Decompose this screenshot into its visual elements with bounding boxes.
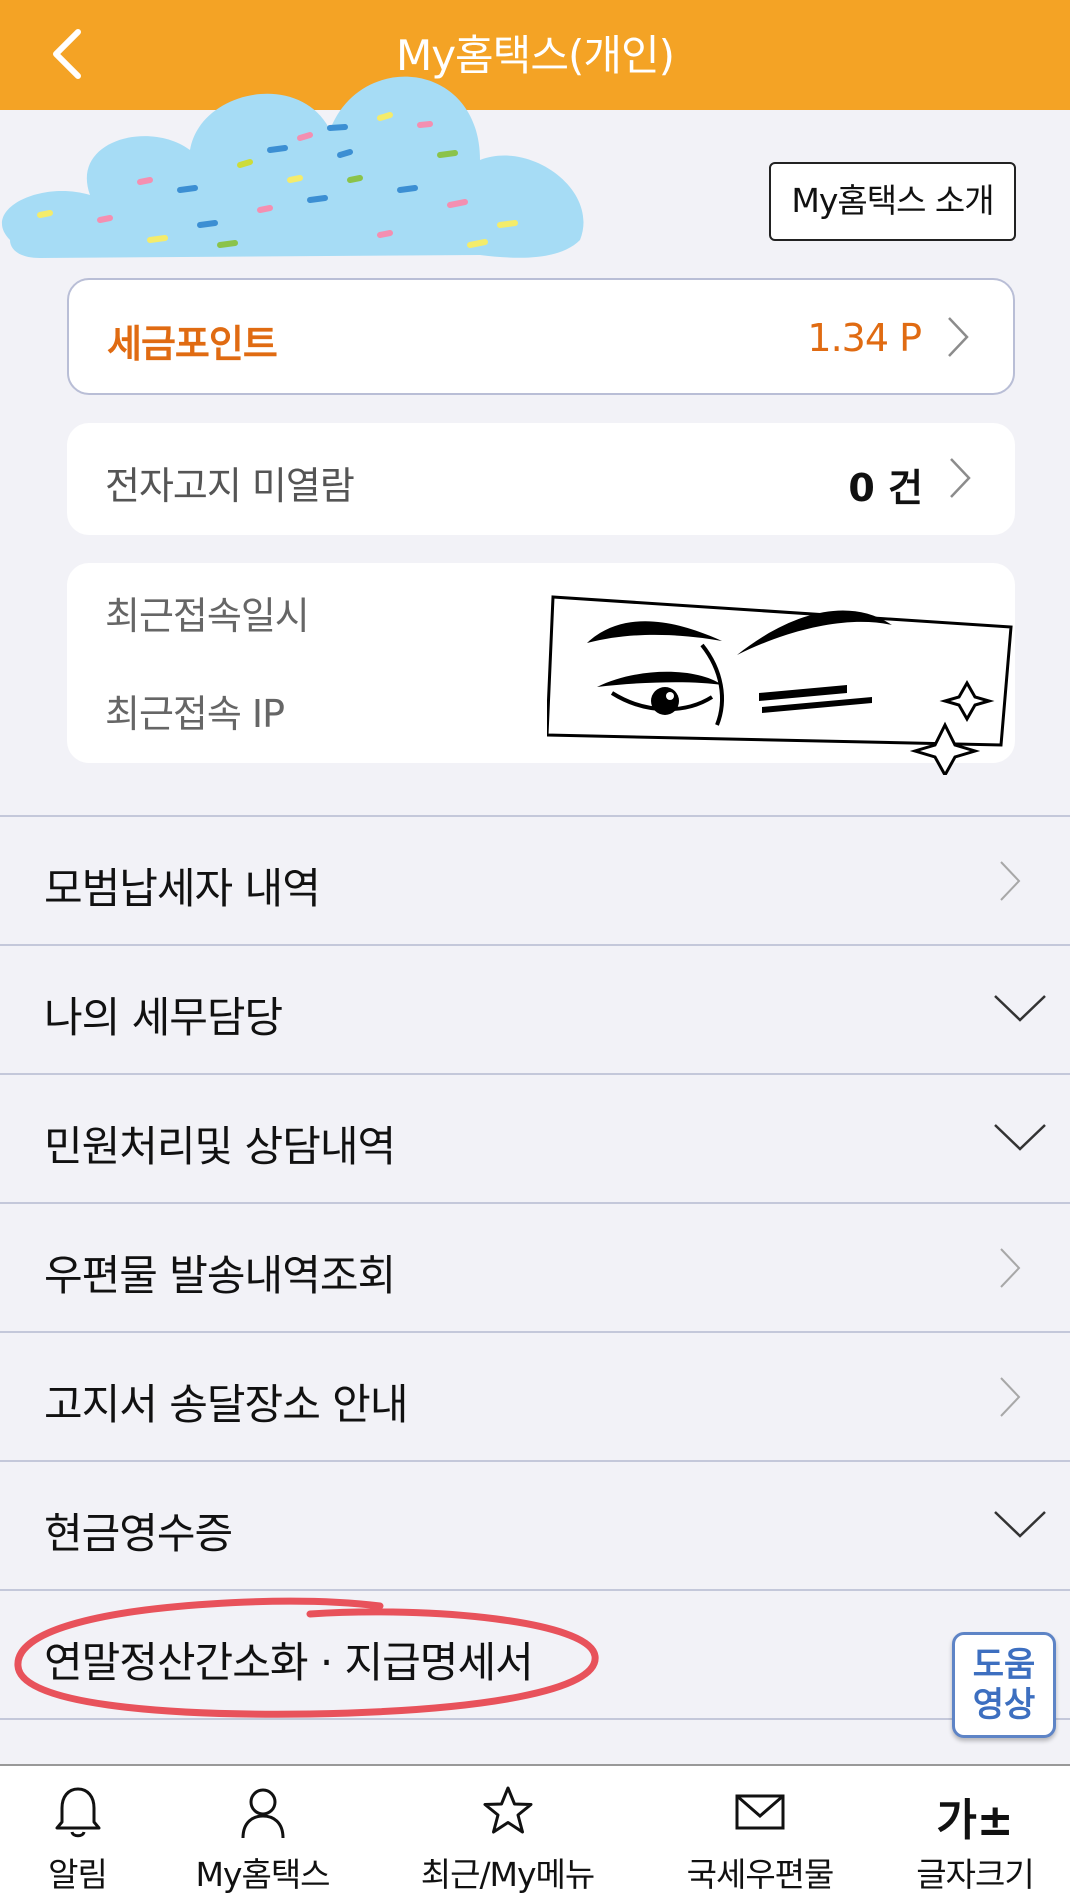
chevron-down-icon bbox=[994, 995, 1046, 1022]
envelope-icon bbox=[735, 1794, 785, 1830]
tax-points-card[interactable]: 세금포인트 1.34 P bbox=[67, 278, 1015, 395]
tax-points-value: 1.34 P bbox=[807, 316, 922, 360]
bottom-nav: 알림 My홈택스 최근/My메뉴 국세우편물 가± 글자크기 bbox=[0, 1764, 1070, 1902]
person-icon bbox=[241, 1788, 284, 1839]
e-notice-card[interactable]: 전자고지 미열람 0 건 bbox=[67, 423, 1015, 535]
chevron-right-icon bbox=[950, 458, 971, 498]
menu-item-label: 고지서 송달장소 안내 bbox=[44, 1380, 408, 1429]
star-icon bbox=[483, 1786, 532, 1834]
menu-item-label: 나의 세무담당 bbox=[44, 993, 283, 1042]
nav-label: 국세우편물 bbox=[686, 1855, 835, 1894]
intro-button[interactable]: My홈택스 소개 bbox=[769, 162, 1016, 241]
e-notice-count: 0 건 bbox=[848, 466, 923, 510]
menu-item-label: 연말정산간소화 · 지급명세서 bbox=[44, 1638, 534, 1687]
menu-item-civil-petitions[interactable]: 민원처리및 상담내역 bbox=[0, 1075, 1070, 1204]
menu-item-label: 모범납세자 내역 bbox=[44, 864, 321, 913]
menu-item-my-tax-officer[interactable]: 나의 세무담당 bbox=[0, 946, 1070, 1075]
nav-item-my-hometax[interactable]: My홈택스 bbox=[175, 1766, 350, 1902]
chevron-down-icon bbox=[994, 1124, 1046, 1151]
menu-item-year-end-settlement[interactable]: 연말정산간소화 · 지급명세서 bbox=[0, 1591, 1070, 1720]
nav-label: 최근/My메뉴 bbox=[420, 1855, 596, 1894]
font-size-icon: 가± bbox=[936, 1795, 1014, 1846]
chevron-down-icon bbox=[994, 1511, 1046, 1538]
menu-item-label: 우편물 발송내역조회 bbox=[44, 1251, 396, 1300]
tax-points-label: 세금포인트 bbox=[107, 322, 278, 366]
chevron-right-icon bbox=[1000, 861, 1021, 901]
nav-item-font-size[interactable]: 가± 글자크기 bbox=[900, 1766, 1050, 1902]
e-notice-label: 전자고지 미열람 bbox=[105, 464, 355, 508]
help-video-label: 도움 영상 bbox=[972, 1645, 1036, 1725]
menu-item-mail-history[interactable]: 우편물 발송내역조회 bbox=[0, 1204, 1070, 1333]
menu-item-model-taxpayer[interactable]: 모범납세자 내역 bbox=[0, 817, 1070, 946]
recent-access-card: 최근접속일시 최근접속 IP bbox=[67, 563, 1015, 775]
nav-label: 글자크기 bbox=[916, 1855, 1034, 1894]
recent-access-date-label: 최근접속일시 bbox=[105, 594, 310, 638]
nav-item-tax-mail[interactable]: 국세우편물 bbox=[675, 1766, 845, 1902]
recent-access-ip-label: 최근접속 IP bbox=[105, 692, 285, 736]
menu-item-label: 민원처리및 상담내역 bbox=[44, 1122, 396, 1171]
nav-item-recent-my-menu[interactable]: 최근/My메뉴 bbox=[405, 1766, 610, 1902]
menu-item-cash-receipt[interactable]: 현금영수증 bbox=[0, 1462, 1070, 1591]
eyes-sticker bbox=[547, 595, 1013, 775]
nav-label: 알림 bbox=[48, 1855, 108, 1894]
menu-item-label: 현금영수증 bbox=[44, 1509, 233, 1558]
nav-label: My홈택스 bbox=[195, 1855, 330, 1894]
menu-item-notice-delivery[interactable]: 고지서 송달장소 안내 bbox=[0, 1333, 1070, 1462]
chevron-right-icon bbox=[948, 317, 969, 357]
cloud-sticker bbox=[1, 76, 584, 258]
chevron-right-icon bbox=[1000, 1248, 1021, 1288]
help-video-button[interactable]: 도움 영상 bbox=[952, 1632, 1056, 1738]
chevron-right-icon bbox=[1000, 1377, 1021, 1417]
menu-list: 모범납세자 내역 나의 세무담당 민원처리및 상담내역 우편물 발송내역조회 고… bbox=[0, 815, 1070, 1720]
nav-item-alerts[interactable]: 알림 bbox=[0, 1766, 155, 1902]
bell-icon bbox=[55, 1787, 100, 1838]
